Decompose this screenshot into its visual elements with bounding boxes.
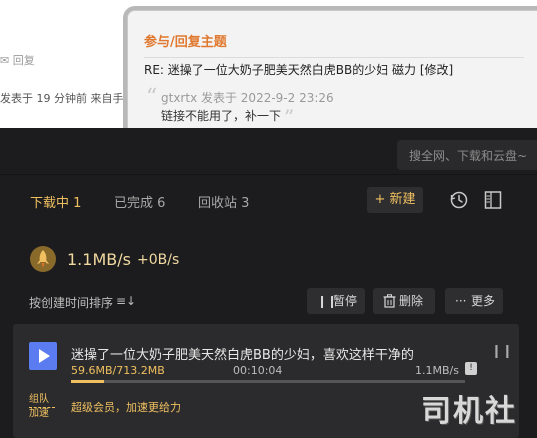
quote-open-icon: “ xyxy=(146,85,158,110)
reply-link[interactable]: ✉ 回复 xyxy=(0,52,35,68)
total-speed: 1.1MB/s xyxy=(67,250,131,269)
popup-title: 参与/回复主题 xyxy=(144,35,227,50)
task-size: 59.6MB/713.2MB xyxy=(71,364,165,377)
pause-button[interactable]: ❙❙ 暂停 xyxy=(307,288,365,314)
quote-meta: gtxrtx 发表于 2022-9-2 23:26 xyxy=(161,91,334,105)
team-badge-line1: 组队 xyxy=(29,394,49,405)
rocket-icon xyxy=(30,246,56,272)
reply-subject[interactable]: RE: 迷操了一位大奶子肥美天然白虎BB的少妇 磁力 [修改] xyxy=(144,61,453,78)
quote-text: 链接不能用了，补一下 xyxy=(161,109,282,123)
team-accelerate-badge[interactable]: 组队 加速 xyxy=(29,394,59,419)
team-badge-line2: 加速 xyxy=(29,408,49,419)
post-meta: 发表于 19 分钟前 来自手机 xyxy=(0,92,135,105)
progress-fill xyxy=(71,380,104,383)
sort-icon[interactable]: ≡↓ xyxy=(116,294,136,308)
speed-delta: +0B/s xyxy=(137,252,180,268)
more-dots-icon: ··· xyxy=(455,294,467,308)
more-label: 更多 xyxy=(471,294,496,308)
more-button[interactable]: ··· 更多 xyxy=(445,288,503,314)
play-icon[interactable] xyxy=(29,342,57,370)
forum-page-background: ✉ 回复 发表于 19 分钟前 来自手机 参与/回复主题 RE: 迷操了一位大奶… xyxy=(0,0,537,128)
trash-icon xyxy=(383,294,396,308)
delete-label: 删除 xyxy=(399,294,424,308)
vip-upsell-link[interactable]: 超级会员，加速更给力 xyxy=(71,399,181,415)
tab-completed[interactable]: 已完成 6 xyxy=(114,192,165,211)
pause-label: 暂停 xyxy=(333,294,358,308)
progress-bar xyxy=(71,380,465,383)
search-box[interactable]: 搜全网、下载和云盘~ xyxy=(397,140,537,170)
task-remaining-time: 00:10:04 xyxy=(233,364,283,377)
side-panel-icon[interactable] xyxy=(484,190,502,210)
task-speed: 1.1MB/s xyxy=(415,364,459,377)
tab-downloading[interactable]: 下载中 1 xyxy=(30,192,81,211)
search-input[interactable]: 搜全网、下载和云盘~ xyxy=(409,147,527,164)
pause-icon[interactable]: ❙❙ xyxy=(491,344,513,359)
tab-recycle-bin[interactable]: 回收站 3 xyxy=(198,192,249,211)
history-clock-icon[interactable] xyxy=(449,190,469,210)
new-task-button[interactable]: + 新建 xyxy=(367,187,423,213)
reply-popup: 参与/回复主题 RE: 迷操了一位大奶子肥美天然白虎BB的少妇 磁力 [修改] … xyxy=(127,10,537,128)
quote-close-icon: ” xyxy=(284,105,295,128)
delete-button[interactable]: 删除 xyxy=(373,288,435,314)
popup-divider xyxy=(144,57,524,58)
watermark: 司机社 xyxy=(421,394,517,429)
speed-info-icon[interactable]: ! xyxy=(465,362,477,375)
divider xyxy=(0,174,537,175)
sort-order-selector[interactable]: 按创建时间排序 xyxy=(29,294,113,311)
task-title: 迷操了一位大奶子肥美天然白虎BB的少妇，喜欢这样干净的 xyxy=(71,348,414,363)
